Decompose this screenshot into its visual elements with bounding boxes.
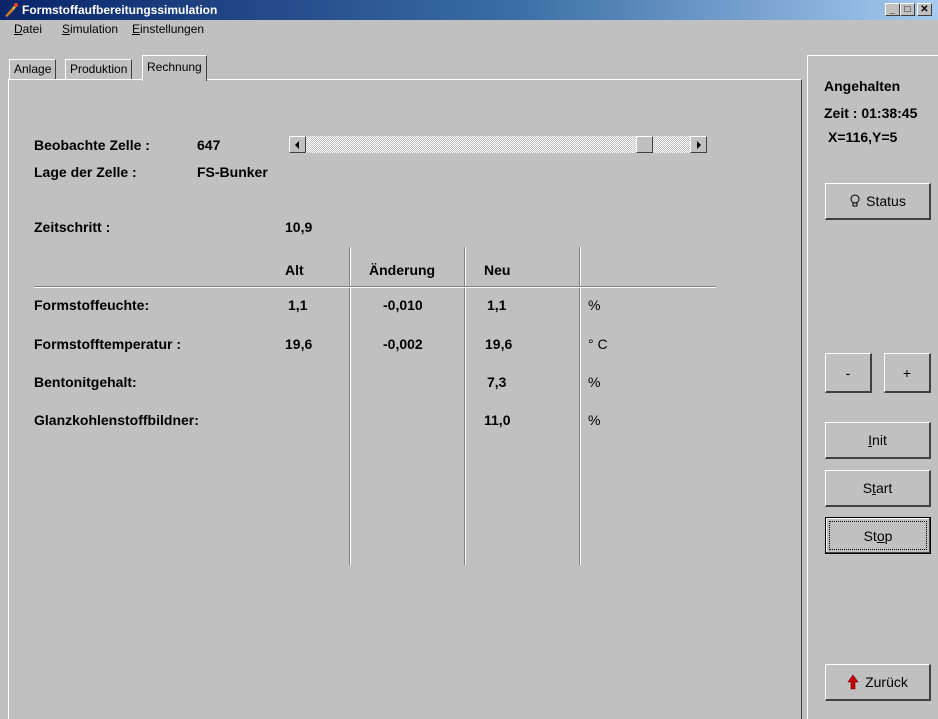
lightbulb-icon [850, 194, 860, 207]
column-header-neu: Neu [484, 262, 511, 278]
decrease-button[interactable]: - [825, 353, 872, 393]
cell-change: -0,002 [383, 336, 423, 352]
focus-ring [829, 521, 927, 550]
table-header-divider [34, 286, 716, 288]
cell-change: -0,010 [383, 297, 423, 313]
back-button-label: Zurück [865, 674, 908, 690]
table-divider [464, 247, 466, 565]
row-label: Formstofftemperatur : [34, 336, 182, 352]
row-label: Formstoffeuchte: [34, 297, 150, 313]
cell-alt: 19,6 [285, 336, 313, 352]
timestep-value: 10,9 [285, 219, 313, 235]
menu-datei[interactable]: Datei [14, 22, 42, 36]
maximize-button[interactable]: □ [900, 3, 915, 16]
timestep-label: Zeitschritt : [34, 219, 111, 235]
back-button[interactable]: Zurück [825, 664, 931, 701]
increase-button[interactable]: + [884, 353, 931, 393]
cell-position-label: Lage der Zelle : [34, 164, 137, 180]
scroll-thumb[interactable] [636, 136, 654, 153]
row-label: Glanzkohlenstoffbildner: [34, 412, 199, 428]
column-header-alt: Alt [285, 262, 304, 278]
simulation-state: Angehalten [824, 78, 901, 94]
cell-unit: % [588, 297, 601, 313]
menu-simulation[interactable]: Simulation [62, 22, 118, 36]
tab-anlage[interactable]: Anlage [9, 59, 57, 79]
cell-unit: % [588, 374, 601, 390]
simulation-time: Zeit : 01:38:45 [824, 105, 918, 121]
stop-button[interactable]: St o p [825, 517, 931, 554]
app-icon [5, 3, 18, 17]
table-divider [349, 247, 351, 565]
column-header-change: Änderung [369, 262, 436, 278]
start-button[interactable]: St art [825, 470, 931, 507]
cell-scrollbar[interactable] [289, 136, 707, 153]
cell-neu: 11,0 [484, 412, 511, 428]
cell-unit: ° C [588, 336, 608, 352]
cursor-coordinates: X=116,Y=5 [828, 129, 898, 145]
tab-rechnung[interactable]: Rechnung [142, 55, 207, 81]
cell-neu: 1,1 [487, 297, 507, 313]
status-button-label: Status [866, 193, 906, 209]
window-title: Formstoffaufbereitungssimulation [22, 3, 218, 17]
row-label: Bentonitgehalt: [34, 374, 137, 390]
status-button[interactable]: Status [825, 183, 931, 220]
close-button[interactable]: ✕ [917, 3, 932, 16]
cell-neu: 7,3 [487, 374, 507, 390]
table-divider [579, 247, 581, 565]
menu-einstellungen[interactable]: Einstellungen [132, 22, 204, 36]
cell-unit: % [588, 412, 601, 428]
up-arrow-icon [847, 674, 859, 690]
cell-alt: 1,1 [288, 297, 308, 313]
cell-position-value: FS-Bunker [197, 164, 268, 180]
init-button[interactable]: Init [825, 422, 931, 459]
observe-cell-label: Beobachte Zelle : [34, 137, 150, 153]
scroll-left-arrow-icon[interactable] [289, 136, 306, 153]
tab-produktion[interactable]: Produktion [65, 59, 133, 79]
observe-cell-value: 647 [197, 137, 221, 153]
scroll-right-arrow-icon[interactable] [690, 136, 707, 153]
cell-neu: 19,6 [485, 336, 513, 352]
minimize-button[interactable]: _ [885, 3, 900, 16]
